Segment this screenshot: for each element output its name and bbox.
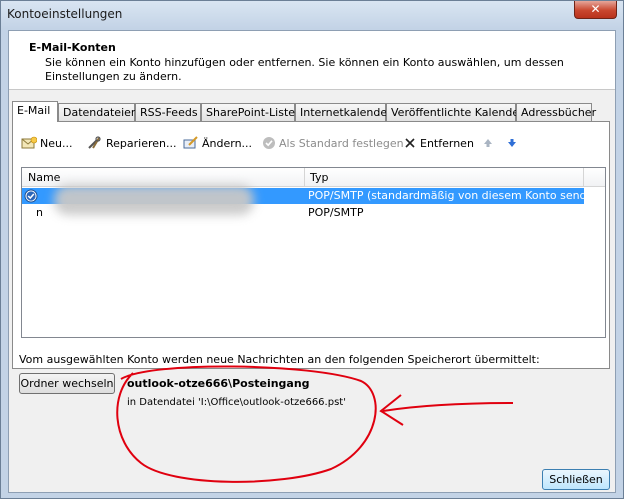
change-button[interactable]: Ändern...	[183, 134, 252, 152]
redaction-blur	[54, 185, 254, 215]
tab-published-calendars[interactable]: Veröffentlichte Kalender	[386, 103, 524, 121]
delivery-store-name: outlook-otze666\Posteingang	[127, 377, 310, 390]
account-list[interactable]: Name Typ POP/SMTP (standardmäßig von die…	[21, 167, 606, 338]
move-down-button[interactable]	[506, 134, 518, 152]
arrow-up-icon	[484, 139, 492, 147]
repair-label: Reparieren...	[106, 136, 177, 150]
new-account-label: Neu...	[40, 136, 73, 150]
header-description: Sie können ein Konto hinzufügen oder ent…	[45, 56, 564, 83]
check-circle-icon	[263, 137, 275, 149]
set-default-label: Als Standard festlegen	[279, 136, 404, 150]
delivery-data-file: in Datendatei 'I:\Office\outlook-otze666…	[127, 397, 346, 408]
remove-button[interactable]: Entfernen	[403, 134, 474, 152]
column-divider[interactable]	[304, 168, 305, 186]
move-up-button[interactable]	[482, 134, 494, 152]
email-tab-panel: Neu... Reparieren... Ändern... Als Stand…	[12, 121, 610, 369]
header-title: E-Mail-Konten	[29, 41, 116, 54]
close-icon	[405, 138, 415, 148]
tab-internet-calendars[interactable]: Internetkalender	[295, 103, 392, 121]
account-name: n	[36, 206, 43, 219]
close-button[interactable]: Schließen	[542, 469, 610, 490]
column-divider[interactable]	[583, 168, 584, 186]
tab-sharepoint-lists[interactable]: SharePoint-Listen	[201, 103, 302, 121]
repair-button[interactable]: Reparieren...	[87, 134, 177, 152]
tab-address-books[interactable]: Adressbücher	[516, 103, 596, 121]
tools-icon	[88, 136, 101, 149]
tab-data-files[interactable]: Datendateien	[58, 103, 138, 121]
window-close-button[interactable]: ✕	[574, 1, 617, 19]
account-settings-window: Kontoeinstellungen ✕ E-Mail-Konten Sie k…	[0, 0, 624, 499]
account-type: POP/SMTP	[308, 206, 364, 219]
new-mail-account-icon	[21, 136, 37, 149]
change-label: Ändern...	[202, 136, 253, 150]
arrow-down-icon	[508, 139, 516, 147]
edit-account-icon	[183, 136, 198, 149]
account-type: POP/SMTP (standardmäßig von diesem Konto…	[308, 189, 605, 202]
delivery-info-text: Vom ausgewählten Konto werden neue Nachr…	[19, 353, 540, 366]
change-folder-button[interactable]: Ordner wechseln	[19, 373, 115, 394]
dialog-client-area: E-Mail-Konten Sie können ein Konto hinzu…	[8, 30, 616, 493]
dialog-header: E-Mail-Konten Sie können ein Konto hinzu…	[9, 31, 615, 90]
default-account-check-icon	[24, 189, 38, 203]
tab-email[interactable]: E-Mail	[12, 101, 58, 122]
column-header-name[interactable]: Name	[28, 171, 60, 184]
set-default-button[interactable]: Als Standard festlegen	[262, 134, 404, 152]
remove-label: Entfernen	[420, 136, 474, 150]
new-account-button[interactable]: Neu...	[21, 134, 72, 152]
tab-rss-feeds[interactable]: RSS-Feeds	[135, 103, 201, 121]
title-bar[interactable]: Kontoeinstellungen ✕	[1, 1, 623, 29]
window-title: Kontoeinstellungen	[7, 7, 123, 21]
column-header-type[interactable]: Typ	[310, 171, 329, 184]
